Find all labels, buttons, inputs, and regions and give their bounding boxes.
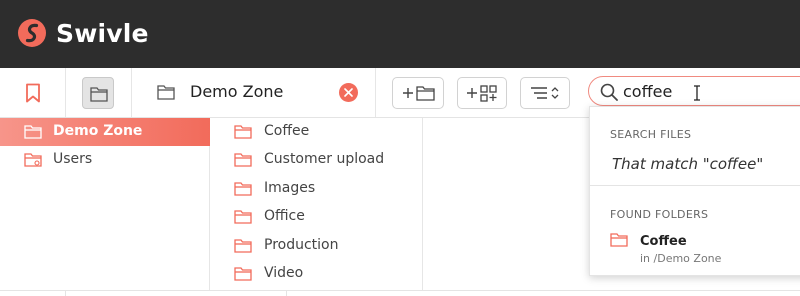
sidebar-item-demo-zone[interactable]: Demo Zone: [0, 118, 210, 146]
dropdown-divider: [590, 185, 800, 186]
folder-item-label: Coffee: [264, 123, 310, 139]
top-bar: Swivle: [0, 0, 800, 68]
new-folder-button[interactable]: [392, 77, 444, 109]
text-cursor-icon: [694, 85, 700, 101]
users-folder-icon: [24, 153, 42, 167]
toolbar-divider: [65, 68, 66, 117]
bottom-divider-tick: [65, 290, 66, 296]
folder-item-images[interactable]: Images: [211, 175, 422, 203]
sort-icon: [531, 87, 559, 99]
search-suggestions-dropdown: SEARCH FILES That match "coffee" FOUND F…: [589, 106, 800, 276]
search-icon: [600, 83, 618, 101]
folder-item-production[interactable]: Production: [211, 232, 422, 260]
folder-list: Coffee Customer upload Images Office Pro…: [211, 118, 423, 290]
folder-item-label: Office: [264, 208, 305, 224]
clear-location-button[interactable]: [339, 83, 358, 102]
folder-item-coffee[interactable]: Coffee: [211, 118, 422, 146]
add-collection-button[interactable]: [457, 77, 507, 109]
found-folder-result[interactable]: Coffee: [640, 234, 687, 249]
folder-item-label: Images: [264, 180, 316, 196]
sidebar-item-users[interactable]: Users: [0, 146, 210, 174]
sort-button[interactable]: [520, 77, 570, 109]
brand-name: Swivle: [56, 19, 149, 48]
folder-icon: [157, 85, 175, 100]
found-folders-heading: FOUND FOLDERS: [610, 208, 709, 221]
folder-icon: [610, 233, 628, 247]
folder-item-customer-upload[interactable]: Customer upload: [211, 146, 422, 174]
sidebar-item-label: Users: [53, 151, 93, 167]
folder-icon: [234, 239, 252, 253]
sidebar: Demo Zone Users: [0, 118, 210, 290]
folder-item-video[interactable]: Video: [211, 260, 422, 288]
toolbar-divider: [131, 68, 132, 117]
folder-icon: [234, 182, 252, 196]
search-files-match-option[interactable]: That match "coffee": [612, 155, 763, 173]
bottom-divider: [0, 290, 800, 296]
close-icon: [344, 88, 353, 97]
folder-icon: [90, 87, 108, 102]
found-folder-path: in /Demo Zone: [640, 252, 722, 265]
add-folder-icon: [403, 86, 435, 101]
search-box[interactable]: [588, 76, 800, 106]
folder-item-label: Production: [264, 237, 339, 253]
folder-item-office[interactable]: Office: [211, 203, 422, 231]
toolbar-divider: [375, 68, 376, 117]
add-grid-icon: [467, 85, 497, 102]
swivle-logo-icon[interactable]: [16, 17, 48, 49]
folder-icon: [24, 125, 42, 139]
folder-item-label: Customer upload: [264, 151, 385, 167]
folder-icon: [234, 125, 252, 139]
bookmark-icon[interactable]: [24, 83, 42, 103]
sidebar-item-label: Demo Zone: [53, 123, 143, 139]
folder-item-label: Video: [264, 265, 304, 281]
folder-view-toggle-button[interactable]: [82, 77, 114, 109]
search-files-heading: SEARCH FILES: [610, 128, 692, 141]
bottom-divider-tick: [286, 290, 287, 296]
folder-icon: [234, 267, 252, 281]
folder-icon: [234, 210, 252, 224]
current-location-label: Demo Zone: [190, 82, 284, 101]
folder-icon: [234, 153, 252, 167]
